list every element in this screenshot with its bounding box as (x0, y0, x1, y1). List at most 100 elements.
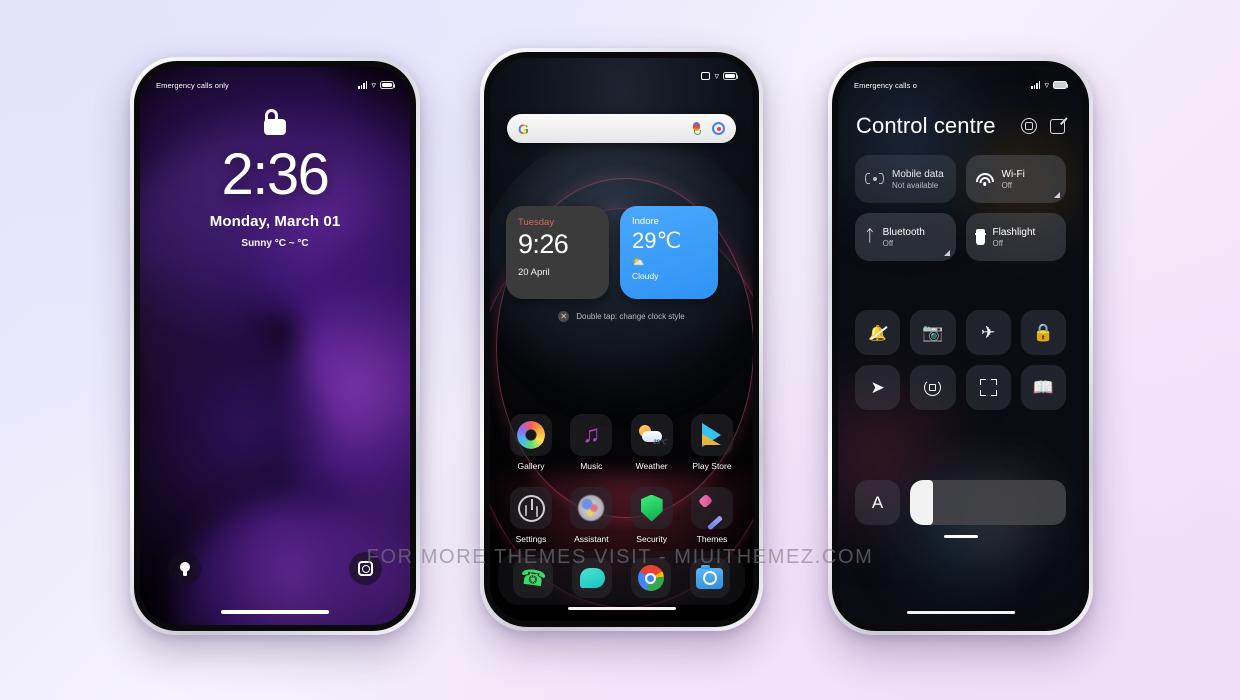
wifi-icon: ▿ (714, 70, 719, 81)
brightness-slider[interactable] (910, 480, 1066, 525)
home-screen[interactable]: ▿ G Tuesday 9:26 20 April Indore 29℃ ⛅ C… (490, 58, 753, 621)
microphone-icon[interactable] (693, 122, 701, 135)
screenshot-icon (701, 72, 711, 80)
toggle-rotation-lock[interactable] (910, 365, 956, 410)
bell-slash-icon: 🔔 (868, 324, 887, 342)
phone-home-screen: ▿ G Tuesday 9:26 20 April Indore 29℃ ⛅ C… (480, 48, 763, 631)
expand-corner-icon[interactable] (1054, 192, 1060, 198)
mobile-data-icon (865, 172, 884, 186)
tile-flashlight[interactable]: Flashlight Off (965, 213, 1066, 261)
toggle-reading-mode[interactable]: 📖 (1020, 365, 1066, 410)
status-icons: ▿ (1031, 80, 1069, 90)
toggle-screen-lock[interactable]: 🔒 (1020, 310, 1066, 355)
camera-shortcut-button[interactable] (349, 552, 382, 585)
app-weather[interactable]: 29℃ Weather (628, 414, 676, 471)
phone-bezel: Emergency calls only ▿ 2:36 Monday, Marc… (134, 61, 416, 631)
play-store-icon (690, 414, 733, 456)
wifi-icon (975, 172, 994, 186)
auto-brightness-icon[interactable]: A (855, 480, 900, 525)
app-grid: Gallery ♫ Music 29℃ Weather Play Store S… (498, 414, 745, 560)
quick-toggle-row: ➤ 📖 (855, 365, 1066, 410)
drag-handle[interactable] (943, 535, 978, 539)
bluetooth-icon: ᛏ (865, 228, 875, 245)
toggle-location[interactable]: ➤ (855, 365, 901, 410)
weather-widget-condition: Cloudy (632, 271, 659, 282)
app-themes[interactable]: Themes (688, 487, 736, 544)
camera-icon (696, 564, 724, 589)
app-gallery[interactable]: Gallery (507, 414, 555, 471)
unlock-icon[interactable] (264, 109, 286, 135)
lock-statusbar: Emergency calls only ▿ (140, 67, 410, 97)
app-assistant[interactable]: Assistant (567, 487, 615, 544)
home-indicator[interactable] (906, 610, 1015, 614)
lock-icon: 🔒 (1032, 322, 1054, 342)
clock-style-hint: ✕ Double tap: change clock style (490, 311, 753, 322)
app-label: Themes (696, 534, 728, 544)
app-music[interactable]: ♫ Music (567, 414, 615, 471)
toggle-scanner[interactable] (965, 365, 1011, 410)
close-icon[interactable]: ✕ (558, 311, 570, 322)
flashlight-shortcut-button[interactable] (168, 552, 201, 585)
expand-corner-icon[interactable] (943, 250, 950, 256)
pencil-icon[interactable] (1050, 118, 1065, 134)
lock-weather: Sunny °C ~ °C (241, 237, 309, 249)
home-widgets: Tuesday 9:26 20 April Indore 29℃ ⛅ Cloud… (506, 206, 737, 299)
phone-icon: ☎ (518, 564, 548, 592)
home-indicator[interactable] (567, 606, 676, 610)
tile-row: ᛏ Bluetooth Off Flashlight Off (855, 213, 1066, 261)
gear-icon[interactable] (1021, 118, 1037, 134)
dock-app-camera[interactable] (689, 558, 730, 598)
tile-row: Mobile data Not available Wi-Fi Off (855, 155, 1066, 203)
tile-status: Off (882, 238, 894, 248)
toggle-screenshot[interactable]: 📷 (910, 310, 956, 355)
lock-time: 2:36 (221, 142, 330, 207)
tile-bluetooth[interactable]: ᛏ Bluetooth Off (855, 213, 956, 261)
status-icons: ▿ (701, 70, 739, 81)
app-play-store[interactable]: Play Store (688, 414, 736, 471)
tile-mobile-data[interactable]: Mobile data Not available (855, 155, 956, 203)
toggle-silent[interactable]: 🔔 (855, 310, 901, 355)
clock-widget[interactable]: Tuesday 9:26 20 April (506, 206, 609, 299)
hint-text: Double tap: change clock style (576, 312, 685, 321)
airplane-icon: ✈ (981, 322, 996, 342)
lightbulb-icon (179, 561, 190, 576)
settings-icon (510, 487, 552, 529)
tile-wifi[interactable]: Wi-Fi Off (965, 155, 1066, 203)
shield-icon (630, 487, 673, 529)
dock-app-chrome[interactable] (630, 558, 671, 598)
app-label: Settings (515, 534, 547, 544)
dock-app-messages[interactable] (572, 558, 613, 598)
weather-widget[interactable]: Indore 29℃ ⛅ Cloudy (620, 206, 718, 299)
header-actions (1021, 118, 1065, 134)
clock-widget-day: Tuesday (518, 217, 555, 228)
phone-bezel: Emergency calls o ▿ Control centre Mobil… (832, 61, 1089, 631)
home-indicator[interactable] (221, 610, 329, 614)
tile-label: Wi-Fi (1001, 168, 1025, 180)
brightness-slider-fill (910, 480, 934, 525)
google-search-bar[interactable]: G (507, 114, 736, 143)
clock-widget-time: 9:26 (518, 229, 569, 259)
page-title: Control centre (856, 113, 996, 138)
lock-screen[interactable]: Emergency calls only ▿ 2:36 Monday, Marc… (140, 67, 410, 625)
home-statusbar: ▿ (490, 58, 753, 88)
paintbrush-icon (690, 487, 733, 531)
location-arrow-icon: ➤ (870, 377, 885, 397)
app-security[interactable]: Security (628, 487, 676, 544)
google-lens-icon[interactable] (712, 122, 725, 135)
lock-date: Monday, March 01 (209, 212, 341, 230)
app-settings[interactable]: Settings (507, 487, 555, 544)
control-centre-screen[interactable]: Emergency calls o ▿ Control centre Mobil… (838, 67, 1083, 625)
gallery-icon (510, 414, 552, 456)
signal-bars-icon (1031, 81, 1041, 89)
assistant-icon (570, 487, 613, 529)
carrier-label: Emergency calls only (156, 80, 229, 90)
dock-app-phone[interactable]: ☎ (513, 558, 554, 598)
app-row: Gallery ♫ Music 29℃ Weather Play Store (498, 414, 745, 471)
app-label: Gallery (517, 461, 545, 471)
tile-label: Mobile data (892, 168, 944, 180)
weather-badge: 29℃ (653, 440, 667, 446)
toggle-airplane-mode[interactable]: ✈ (965, 310, 1011, 355)
book-icon: 📖 (1032, 377, 1054, 397)
weather-widget-temp: 29℃ (632, 228, 682, 253)
flashlight-icon (974, 229, 986, 245)
